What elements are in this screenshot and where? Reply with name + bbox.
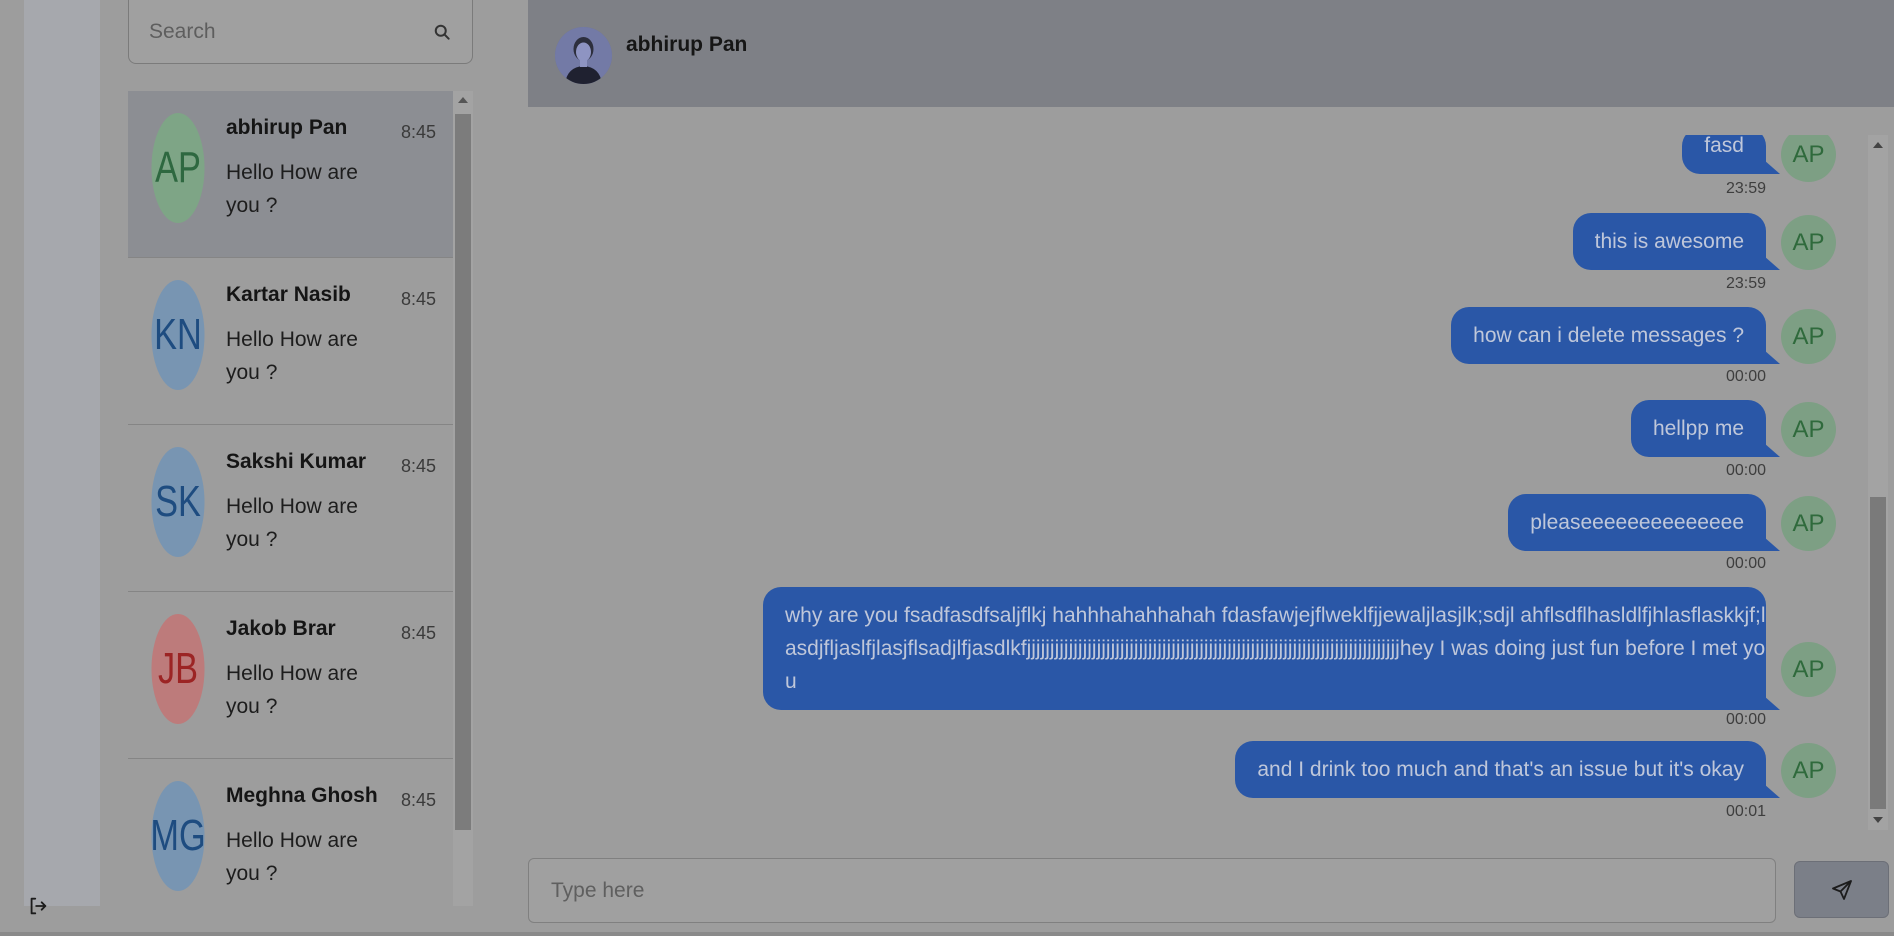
- contact-time: 8:45: [400, 790, 436, 810]
- message-row: and I drink too much and that's an issue…: [1235, 741, 1836, 820]
- contact-item[interactable]: JB Jakob Brar Hello How are you ? 8:45: [128, 592, 453, 759]
- scroll-up-icon[interactable]: [458, 97, 468, 103]
- send-button[interactable]: [1794, 861, 1889, 918]
- chat-header: abhirup Pan: [528, 0, 1894, 107]
- contact-last-message: Hello How are you ?: [226, 161, 358, 217]
- avatar: AP: [151, 113, 205, 223]
- message-bubble[interactable]: why are you fsadfasdfsaljflkj hahhhahahh…: [763, 587, 1780, 710]
- message-time: 00:00: [1725, 462, 1766, 479]
- avatar: SK: [151, 447, 205, 557]
- message-avatar: AP: [1781, 402, 1836, 457]
- message-row: hellpp me AP 00:00: [1630, 400, 1836, 479]
- message-bubble[interactable]: this is awesome: [1572, 213, 1781, 270]
- message-row: fasd AP 23:59: [1682, 135, 1836, 197]
- send-icon: [1831, 879, 1852, 900]
- message-time: 00:01: [1725, 803, 1766, 820]
- message-row: how can i delete messages ? AP 00:00: [1451, 307, 1836, 385]
- message-row: pleaseeeeeeeeeeeeee AP 00:00: [1508, 494, 1836, 572]
- message-list: fasd AP 23:59 this is awesome AP 23:59 h…: [528, 135, 1868, 825]
- contact-time: 8:45: [400, 122, 436, 142]
- message-avatar: AP: [1781, 642, 1836, 697]
- contact-name: Kartar Nasib: [226, 283, 351, 306]
- profile-photo-icon: [555, 27, 612, 84]
- message-avatar: AP: [1781, 309, 1836, 364]
- contact-item[interactable]: KN Kartar Nasib Hello How are you ? 8:45: [128, 258, 453, 425]
- contact-last-message: Hello How are you ?: [226, 328, 358, 384]
- contact-time: 8:45: [400, 456, 436, 476]
- message-bubble[interactable]: and I drink too much and that's an issue…: [1235, 741, 1780, 798]
- message-row: this is awesome AP 23:59: [1572, 213, 1836, 292]
- contact-item[interactable]: AP abhirup Pan Hello How are you ? 8:45: [128, 91, 453, 258]
- scrollbar-thumb[interactable]: [1870, 497, 1886, 809]
- logout-icon: [30, 897, 47, 915]
- message-avatar: AP: [1781, 135, 1836, 182]
- avatar: KN: [151, 280, 205, 390]
- avatar: MG: [150, 781, 206, 891]
- contact-time: 8:45: [400, 289, 436, 309]
- logout-button[interactable]: [24, 892, 52, 920]
- contact-last-message: Hello How are you ?: [226, 495, 358, 551]
- contact-item[interactable]: MG Meghna Ghosh Hello How are you ? 8:45: [128, 759, 453, 906]
- message-time: 00:00: [1725, 368, 1766, 385]
- chat-avatar[interactable]: [555, 27, 612, 84]
- message-avatar: AP: [1781, 496, 1836, 551]
- search-box: [128, 0, 473, 64]
- message-time: 00:00: [1725, 711, 1766, 728]
- contact-name: Jakob Brar: [226, 617, 336, 640]
- message-time: 23:59: [1725, 275, 1766, 292]
- search-icon[interactable]: [432, 22, 452, 42]
- message-bubble[interactable]: hellpp me: [1630, 400, 1781, 457]
- scroll-up-icon[interactable]: [1873, 142, 1883, 148]
- contact-name: Meghna Ghosh: [226, 784, 378, 807]
- contact-last-message: Hello How are you ?: [226, 829, 358, 885]
- message-avatar: AP: [1781, 743, 1836, 798]
- message-bubble[interactable]: how can i delete messages ?: [1451, 307, 1780, 364]
- contact-list: AP abhirup Pan Hello How are you ? 8:45 …: [128, 91, 453, 906]
- message-time: 23:59: [1725, 180, 1766, 197]
- avatar: JB: [151, 614, 205, 724]
- bottom-border: [0, 932, 1894, 936]
- contact-item[interactable]: SK Sakshi Kumar Hello How are you ? 8:45: [128, 425, 453, 592]
- message-input[interactable]: [551, 878, 1753, 903]
- contact-name: Sakshi Kumar: [226, 450, 367, 473]
- contact-list-scrollbar[interactable]: [453, 91, 473, 906]
- message-time: 00:00: [1725, 555, 1766, 572]
- contact-last-message: Hello How are you ?: [226, 662, 358, 718]
- left-rail: [24, 0, 100, 906]
- contact-time: 8:45: [400, 623, 436, 643]
- scrollbar-thumb[interactable]: [455, 114, 471, 830]
- chat-title: abhirup Pan: [626, 32, 748, 56]
- message-composer: [528, 858, 1776, 923]
- message-avatar: AP: [1781, 215, 1836, 270]
- message-bubble[interactable]: fasd: [1682, 135, 1780, 174]
- search-input[interactable]: [149, 19, 432, 44]
- message-bubble[interactable]: pleaseeeeeeeeeeeeee: [1508, 494, 1780, 551]
- contact-name: abhirup Pan: [226, 116, 348, 139]
- message-row: why are you fsadfasdfsaljflkj hahhhahahh…: [763, 587, 1836, 728]
- message-list-scrollbar[interactable]: [1868, 135, 1888, 830]
- scroll-down-icon[interactable]: [1873, 817, 1883, 823]
